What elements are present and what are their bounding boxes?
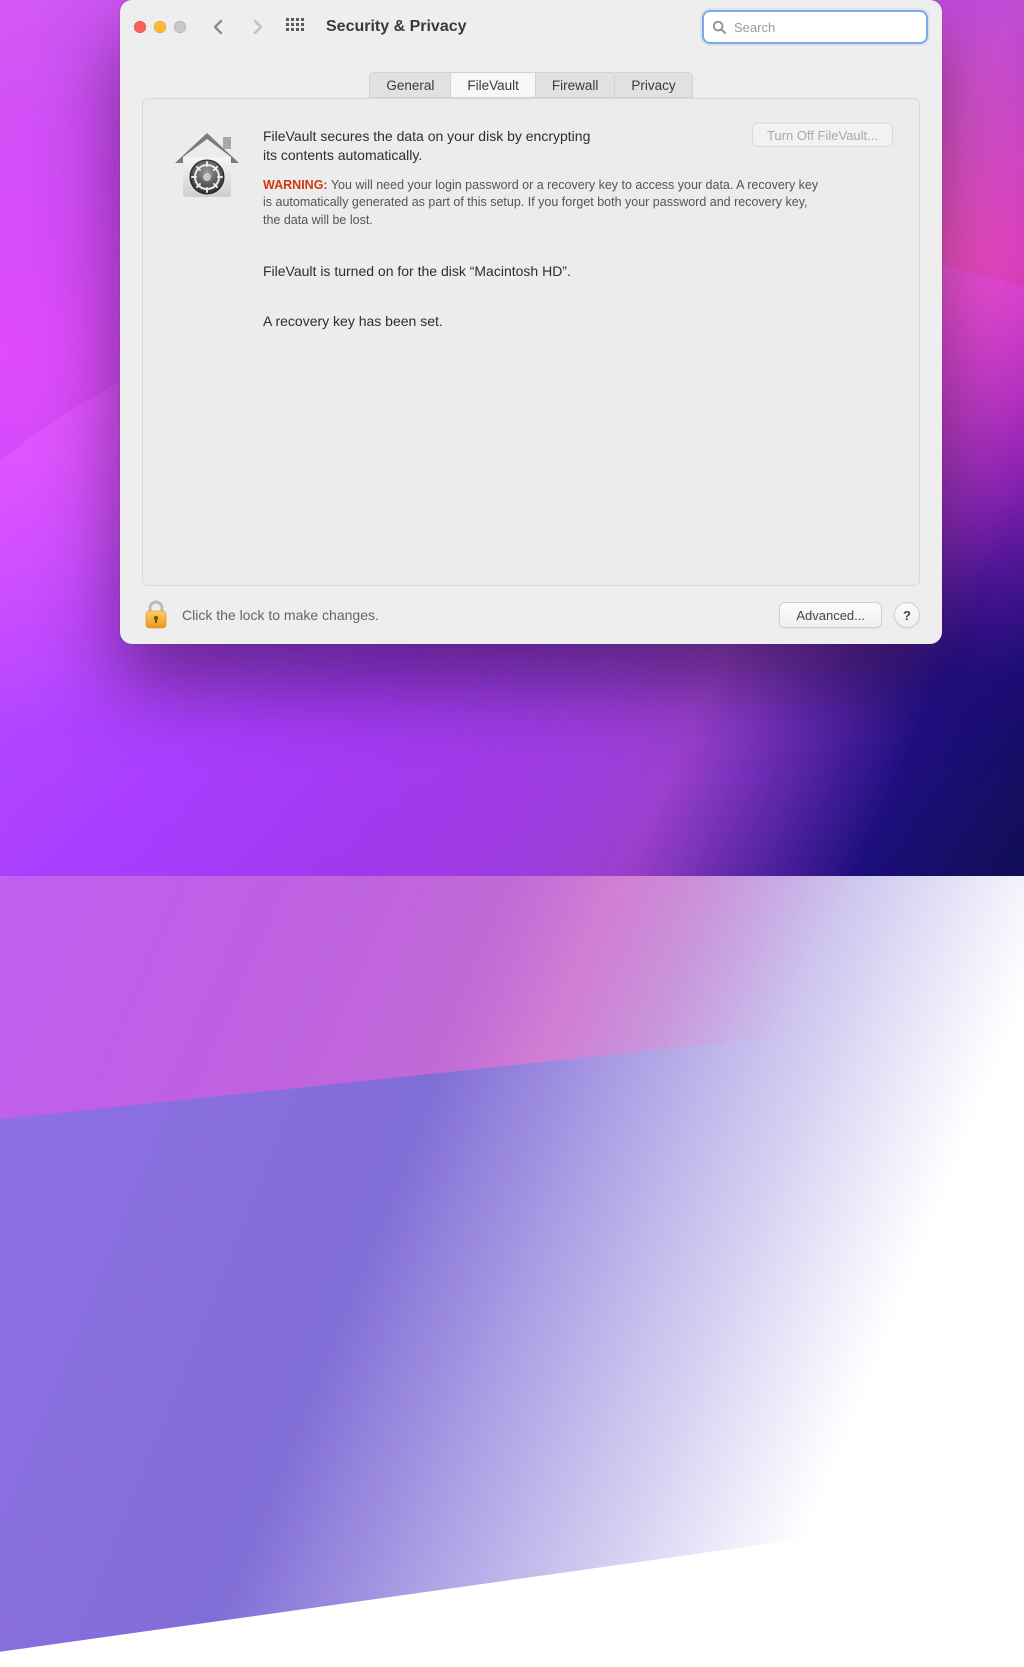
tab-label: Privacy xyxy=(631,78,675,93)
tab-general[interactable]: General xyxy=(369,72,450,98)
tab-firewall[interactable]: Firewall xyxy=(536,72,615,98)
lock-button[interactable] xyxy=(142,599,170,631)
lock-icon xyxy=(142,599,170,631)
button-label: Turn Off FileVault... xyxy=(767,128,878,143)
filevault-warning: WARNING: You will need your login passwo… xyxy=(263,177,823,230)
lock-hint-text: Click the lock to make changes. xyxy=(182,607,379,623)
warning-label: WARNING: xyxy=(263,178,328,192)
help-label: ? xyxy=(903,608,911,623)
window-controls xyxy=(134,21,186,33)
search-field-wrap[interactable] xyxy=(702,10,928,44)
button-label: Advanced... xyxy=(796,608,865,623)
page-title: Security & Privacy xyxy=(326,18,467,36)
tab-filevault[interactable]: FileVault xyxy=(450,72,536,98)
chevron-left-icon xyxy=(213,19,225,35)
search-input[interactable] xyxy=(732,19,918,36)
filevault-icon xyxy=(169,127,245,203)
help-button[interactable]: ? xyxy=(894,602,920,628)
show-all-button[interactable] xyxy=(280,13,310,41)
chevron-right-icon xyxy=(251,19,263,35)
search-icon xyxy=(712,20,726,34)
close-window-button[interactable] xyxy=(134,21,146,33)
minimize-window-button[interactable] xyxy=(154,21,166,33)
tab-content-filevault: Turn Off FileVault... xyxy=(142,98,920,586)
system-preferences-window: Security & Privacy General FileVault Fir… xyxy=(120,0,942,644)
grid-icon xyxy=(286,18,304,36)
zoom-window-button[interactable] xyxy=(174,21,186,33)
filevault-recovery-line: A recovery key has been set. xyxy=(263,313,893,329)
tab-label: Firewall xyxy=(552,78,599,93)
filevault-description: FileVault secures the data on your disk … xyxy=(263,127,603,165)
turn-off-filevault-button[interactable]: Turn Off FileVault... xyxy=(752,123,893,147)
advanced-button[interactable]: Advanced... xyxy=(779,602,882,628)
warning-text: You will need your login password or a r… xyxy=(263,178,818,227)
titlebar: Security & Privacy xyxy=(120,0,942,54)
window-footer: Click the lock to make changes. Advanced… xyxy=(120,586,942,644)
back-button[interactable] xyxy=(204,13,234,41)
tab-bar: General FileVault Firewall Privacy xyxy=(120,72,942,98)
tab-label: General xyxy=(386,78,434,93)
tab-label: FileVault xyxy=(467,78,519,93)
tab-privacy[interactable]: Privacy xyxy=(615,72,692,98)
forward-button[interactable] xyxy=(242,13,272,41)
filevault-status-line: FileVault is turned on for the disk “Mac… xyxy=(263,263,893,279)
